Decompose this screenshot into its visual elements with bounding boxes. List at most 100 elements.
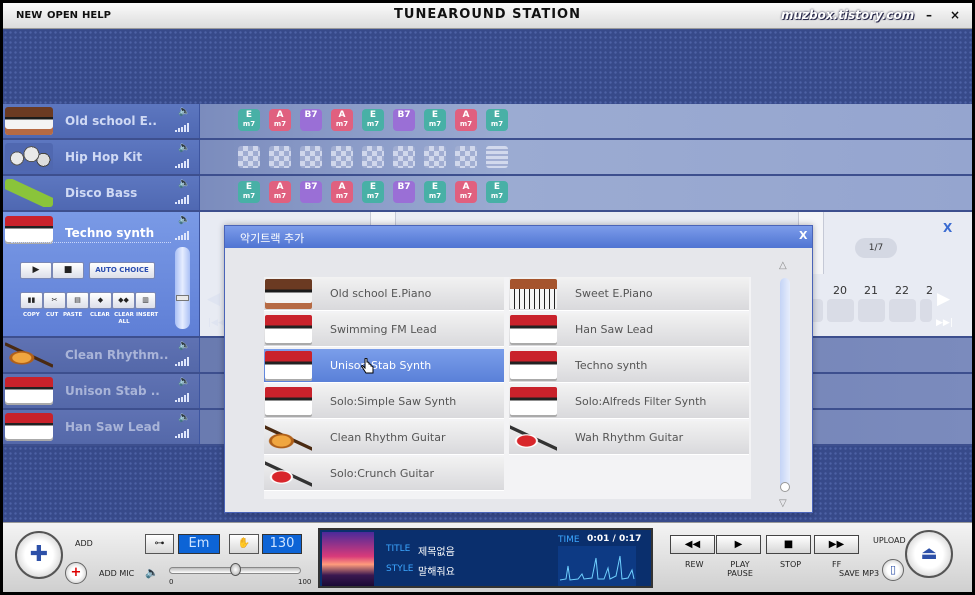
volume-level-icon[interactable] <box>175 123 191 132</box>
drum-pattern-block[interactable] <box>455 146 477 168</box>
track-header[interactable]: Han Saw Lead 🔈 <box>3 410 200 444</box>
volume-level-icon[interactable] <box>175 429 191 438</box>
chord-block[interactable]: Em7 <box>238 181 260 203</box>
scroll-up-icon[interactable]: △ <box>779 260 787 271</box>
track-row[interactable]: Old school E.. 🔈 Em7 Am7 B7 Am7 Em7 B7 Em7 Am7 E… <box>3 104 972 138</box>
volume-level-icon[interactable] <box>175 159 191 168</box>
drum-pattern-block[interactable] <box>238 146 260 168</box>
clear-icon[interactable]: ◆ <box>89 292 112 309</box>
dialog-close-button[interactable]: X <box>799 229 807 242</box>
beat-cell[interactable] <box>858 299 885 322</box>
drum-pattern-block[interactable] <box>393 146 415 168</box>
chord-block[interactable]: Em7 <box>238 109 260 131</box>
drum-pattern-block[interactable] <box>486 146 508 168</box>
copy-icon[interactable]: ▮▮ <box>20 292 43 309</box>
arrow-left-icon[interactable]: ◀ <box>207 289 220 309</box>
volume-level-icon[interactable] <box>175 357 191 366</box>
tempo-value[interactable]: 130 <box>262 534 302 554</box>
chord-block[interactable]: Em7 <box>362 109 384 131</box>
chord-block[interactable]: B7 <box>393 109 415 131</box>
beat-cell[interactable] <box>889 299 916 322</box>
chord-block[interactable]: Am7 <box>455 109 477 131</box>
chord-block[interactable]: Am7 <box>269 181 291 203</box>
chord-block[interactable]: Em7 <box>486 181 508 203</box>
track-header[interactable]: Clean Rhythm.. 🔈 <box>3 338 200 372</box>
minimize-button[interactable]: – <box>926 8 932 22</box>
scrollbar-track[interactable] <box>780 278 790 490</box>
lane-close-button[interactable]: X <box>943 221 952 235</box>
track-header[interactable]: Old school E.. 🔈 <box>3 104 200 138</box>
instrument-option[interactable]: Unison Stab Synth <box>264 349 504 383</box>
track-volume-slider[interactable] <box>175 247 190 329</box>
track-row[interactable]: Disco Bass 🔈 Em7 Am7 B7 Am7 Em7 B7 Em7 Am7 Em7 <box>3 176 972 210</box>
beat-cell[interactable] <box>920 299 932 322</box>
track-lane[interactable]: Em7 Am7 B7 Am7 Em7 B7 Em7 Am7 Em7 <box>200 104 972 138</box>
instrument-option[interactable]: Clean Rhythm Guitar <box>264 421 504 455</box>
chord-block[interactable]: Am7 <box>331 109 353 131</box>
speaker-icon[interactable]: 🔈 <box>178 340 190 351</box>
beat-cell[interactable] <box>827 299 854 322</box>
chord-block[interactable]: B7 <box>393 181 415 203</box>
drum-pattern-block[interactable] <box>331 146 353 168</box>
chord-block[interactable]: Am7 <box>455 181 477 203</box>
instrument-option[interactable]: Sweet E.Piano <box>509 277 749 311</box>
chord-block[interactable]: B7 <box>300 181 322 203</box>
stop-button[interactable]: ■ <box>766 535 811 554</box>
master-volume-knob[interactable] <box>230 563 241 576</box>
save-mp3-button[interactable]: ▯ <box>882 559 904 581</box>
play-pause-button[interactable]: ▶ <box>716 535 761 554</box>
speaker-icon[interactable]: 🔈 <box>178 142 190 153</box>
drum-pattern-block[interactable] <box>362 146 384 168</box>
instrument-option[interactable]: Wah Rhythm Guitar <box>509 421 749 455</box>
arrow-right-icon[interactable]: ▶ <box>937 289 950 309</box>
clear-all-icon[interactable]: ◆◆ <box>112 292 135 309</box>
track-row[interactable]: Hip Hop Kit 🔈 <box>3 140 972 174</box>
volume-level-icon[interactable] <box>175 195 191 204</box>
rewind-start-icon[interactable]: |◀◀ <box>208 318 225 328</box>
speaker-icon[interactable]: 🔈 <box>145 566 159 579</box>
instrument-option[interactable]: Techno synth <box>509 349 749 383</box>
drum-pattern-block[interactable] <box>269 146 291 168</box>
volume-level-icon[interactable] <box>175 393 191 402</box>
key-icon[interactable]: ⊶ <box>145 534 174 554</box>
speaker-icon[interactable]: 🔈 <box>178 106 190 117</box>
chord-block[interactable]: Am7 <box>331 181 353 203</box>
chord-block[interactable]: Em7 <box>424 109 446 131</box>
cut-icon[interactable]: ✂ <box>43 292 66 309</box>
chord-block[interactable]: Em7 <box>362 181 384 203</box>
instrument-option[interactable]: Swimming FM Lead <box>264 313 504 347</box>
paste-icon[interactable]: ▤ <box>66 292 89 309</box>
tap-tempo-icon[interactable]: ✋ <box>229 534 259 554</box>
track-header[interactable]: Hip Hop Kit 🔈 <box>3 140 200 174</box>
track-header[interactable]: Disco Bass 🔈 <box>3 176 200 210</box>
play-button[interactable]: ▶ <box>20 262 52 279</box>
insert-icon[interactable]: ▥ <box>135 292 156 309</box>
key-value[interactable]: Em <box>178 534 220 554</box>
scroll-down-icon[interactable]: ▽ <box>779 498 787 509</box>
stop-button[interactable]: ■ <box>52 262 84 279</box>
track-lane[interactable] <box>200 140 972 174</box>
chord-block[interactable]: B7 <box>300 109 322 131</box>
chord-block[interactable]: Em7 <box>486 109 508 131</box>
speaker-icon[interactable]: 🔈 <box>178 214 190 225</box>
instrument-option[interactable]: Old school E.Piano <box>264 277 504 311</box>
instrument-option[interactable]: Solo:Alfreds Filter Synth <box>509 385 749 419</box>
track-lane[interactable]: Em7 Am7 B7 Am7 Em7 B7 Em7 Am7 Em7 <box>200 176 972 210</box>
drum-pattern-block[interactable] <box>300 146 322 168</box>
rewind-button[interactable]: ◀◀ <box>670 535 715 554</box>
fast-forward-end-icon[interactable]: ▶▶| <box>936 318 953 328</box>
scrollbar-thumb[interactable] <box>780 482 790 492</box>
chord-block[interactable]: Am7 <box>269 109 291 131</box>
instrument-option[interactable]: Solo:Simple Saw Synth <box>264 385 504 419</box>
instrument-option[interactable]: Solo:Crunch Guitar <box>264 457 504 491</box>
fast-forward-button[interactable]: ▶▶ <box>814 535 859 554</box>
auto-choice-button[interactable]: AUTO CHOICE <box>89 262 155 279</box>
close-button[interactable]: × <box>950 8 960 22</box>
chord-block[interactable]: Em7 <box>424 181 446 203</box>
add-track-button[interactable]: ✚ <box>15 531 63 579</box>
speaker-icon[interactable]: 🔈 <box>178 178 190 189</box>
track-header[interactable]: Unison Stab .. 🔈 <box>3 374 200 408</box>
speaker-icon[interactable]: 🔈 <box>178 412 190 423</box>
instrument-option[interactable]: Han Saw Lead <box>509 313 749 347</box>
slider-knob[interactable] <box>176 295 189 301</box>
